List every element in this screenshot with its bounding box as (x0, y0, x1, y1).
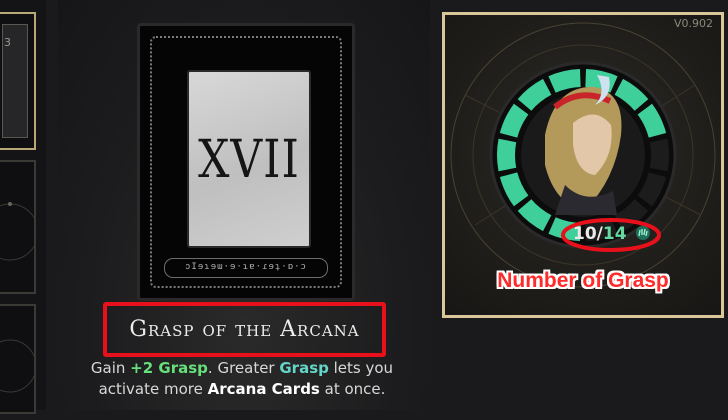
desc-bonus: +2 Grasp (130, 359, 208, 377)
grasp-segment (649, 138, 669, 172)
grasp-status-panel: V0.902 10/14 Number of Grasp (442, 12, 724, 318)
card-title-highlight: Grasp of the Arcana (103, 302, 386, 357)
card-face: XVII (187, 70, 311, 248)
desc-text: Gain (90, 359, 131, 377)
card-numeral: XVII (198, 128, 300, 190)
card-script-text: ↄIɘɿɘɯ·ɘ·ɿɐ·ɾɘʇ·ɒ·ɔ (164, 258, 328, 278)
card-description: Gain +2 Grasp. Greater Grasp lets you ac… (90, 358, 394, 400)
grasp-segment (497, 138, 517, 172)
grasp-max-value: 14 (602, 224, 627, 244)
grasp-counter: 10/14 (559, 217, 679, 255)
annotation-label: Number of Grasp (497, 269, 669, 292)
grasp-hand-icon (636, 226, 651, 240)
grasp-current-value: 10 (573, 224, 597, 244)
slot-constellation-icon (0, 202, 39, 261)
arcana-slot[interactable] (0, 160, 39, 294)
slot-constellation-icon (0, 339, 37, 393)
arcana-slot[interactable] (0, 304, 37, 414)
slot-grasp-cost: 3 (4, 36, 11, 49)
arcana-slot-selected[interactable]: 3 (0, 12, 36, 150)
card-title: Grasp of the Arcana (129, 317, 360, 342)
desc-text: . Greater (207, 359, 280, 377)
desc-text: at once. (319, 380, 386, 398)
desc-keyword-grasp: Grasp (279, 359, 329, 377)
arcana-card[interactable]: XVII ↄIɘɿɘɯ·ɘ·ɿɐ·ɾɘʇ·ɒ·ɔ (137, 23, 355, 301)
arcana-slot-column: 3 (0, 0, 46, 414)
desc-keyword-arcana: Arcana Cards (207, 380, 320, 398)
